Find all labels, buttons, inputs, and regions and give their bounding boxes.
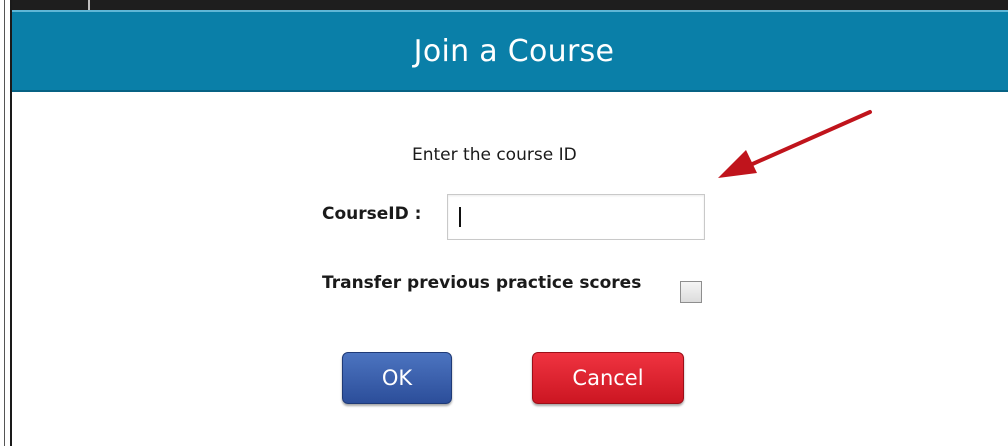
course-id-prompt: Enter the course ID bbox=[412, 145, 577, 165]
window-top-notch bbox=[88, 0, 90, 10]
dialog-title: Join a Course bbox=[413, 33, 615, 69]
dialog-window: Join a Course Enter the course ID Course… bbox=[0, 0, 1008, 446]
window-left-edge bbox=[0, 0, 12, 446]
dialog-header: Join a Course bbox=[12, 10, 1008, 92]
transfer-scores-label: Transfer previous practice scores bbox=[322, 273, 642, 293]
transfer-scores-checkbox[interactable] bbox=[680, 281, 702, 303]
window-top-edge bbox=[0, 0, 1008, 10]
window-edge-line bbox=[4, 0, 5, 446]
course-id-input[interactable] bbox=[447, 194, 705, 240]
ok-button[interactable]: OK bbox=[342, 352, 452, 404]
text-caret bbox=[459, 207, 461, 227]
cancel-button[interactable]: Cancel bbox=[532, 352, 684, 404]
course-id-label: CourseID : bbox=[322, 204, 422, 224]
